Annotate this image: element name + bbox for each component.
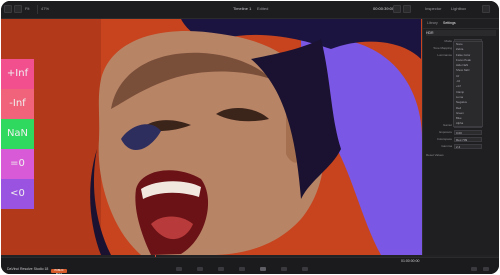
top-toolbar: Fit 47% Timeline 1 Edited 00:00:39:00 In…: [1, 1, 499, 19]
setting-label: Gamma: [441, 144, 452, 148]
deliver-page-icon[interactable]: [302, 267, 308, 271]
legend-nan: NaN: [1, 119, 34, 149]
legend-pos-inf: +Inf: [1, 59, 34, 89]
app-window: Fit 47% Timeline 1 Edited 00:00:39:00 In…: [1, 1, 499, 274]
color-page-icon[interactable]: [260, 267, 266, 271]
display-mode-dropdown[interactable]: None Zebra False Color Focus Peak Hide N…: [453, 41, 483, 127]
panel-tabs: Library Settings: [423, 19, 499, 29]
edited-status: Edited: [257, 6, 269, 11]
setting-value[interactable]: 2.4: [454, 143, 482, 149]
layout-icon[interactable]: [14, 5, 22, 13]
setting-row[interactable]: Gamma 2.4: [426, 143, 498, 149]
section-title[interactable]: HDR: [426, 30, 496, 36]
tab-settings[interactable]: Settings: [443, 20, 456, 27]
setting-label: Luminance: [437, 53, 452, 57]
dropdown-item[interactable]: Alpha: [454, 121, 482, 126]
settings-gear-icon[interactable]: [483, 267, 489, 271]
legend-neg-inf: -Inf: [1, 89, 34, 119]
setting-label: Exposure: [439, 130, 452, 134]
viewer-frame-image: [1, 19, 422, 255]
setting-label: Colorspace: [436, 137, 452, 141]
expand-icon[interactable]: [482, 5, 490, 13]
viewer-timecode: 00:00:39:00: [373, 6, 395, 11]
home-icon[interactable]: [471, 267, 477, 271]
bottom-page-bar: [1, 257, 499, 274]
viewer-options-icon[interactable]: [393, 5, 401, 13]
setting-row[interactable]: Colorspace Rec.709: [426, 136, 498, 142]
setting-value[interactable]: Rec.709: [454, 136, 482, 142]
legend-negative: <0: [1, 179, 34, 209]
legend-zero: =0: [1, 149, 34, 179]
reset-label: Reset Values: [426, 153, 444, 157]
setting-label: Mode: [444, 39, 452, 43]
window-title: Timeline 1: [233, 6, 252, 11]
fairlight-page-icon[interactable]: [281, 267, 287, 271]
tab-library[interactable]: Library: [427, 20, 438, 27]
beta-badge: PUBLIC BETA: [51, 269, 67, 274]
lightbox-tab[interactable]: Lightbox: [451, 5, 466, 13]
setting-label: Gamut: [442, 123, 452, 127]
edit-page-icon[interactable]: [218, 267, 224, 271]
cut-page-icon[interactable]: [197, 267, 203, 271]
traffic-light-close[interactable]: [4, 5, 12, 13]
inspector-tab[interactable]: Inspector: [425, 5, 441, 13]
fusion-page-icon[interactable]: [239, 267, 245, 271]
fit-label[interactable]: Fit: [25, 5, 29, 13]
zoom-level[interactable]: 47%: [41, 5, 49, 13]
setting-value[interactable]: 0.00: [454, 129, 482, 135]
setting-label: Tone Mapping: [433, 46, 452, 50]
video-viewer[interactable]: +Inf -Inf NaN =0 <0: [1, 19, 422, 255]
false-color-legend: +Inf -Inf NaN =0 <0: [1, 59, 34, 209]
toolbar-divider: [37, 5, 38, 14]
viewer-mode-icon[interactable]: [403, 5, 411, 13]
media-page-icon[interactable]: [176, 267, 182, 271]
setting-row[interactable]: Exposure 0.00: [426, 129, 498, 135]
app-name: DaVinci Resolve Studio 18: [7, 267, 49, 271]
reset-values-button[interactable]: Reset Values: [426, 152, 498, 158]
timecode-display: 01:00:00:00: [401, 259, 420, 263]
